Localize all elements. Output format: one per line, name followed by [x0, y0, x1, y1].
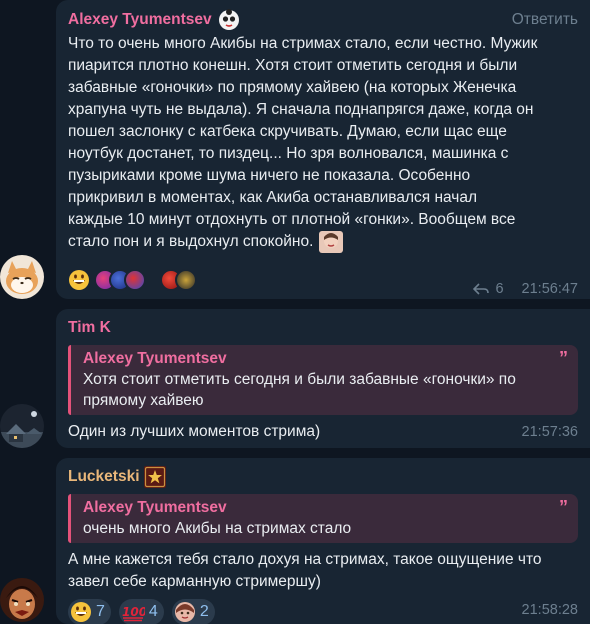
reaction-grinning[interactable]: 7: [68, 599, 111, 624]
author-name[interactable]: Alexey Tyumentsev: [68, 11, 212, 29]
message-text: Один из лучших моментов стрима): [68, 423, 321, 440]
reply-quote[interactable]: Alexey Tyumentsev Хотя стоит отметить се…: [68, 345, 578, 415]
reaction-count: 4: [148, 603, 158, 620]
quote-author: Alexey Tyumentsev: [83, 499, 227, 516]
text-line: завел себе карманную стримершу): [68, 573, 321, 590]
reactor-avatar: [175, 269, 197, 291]
text-line: ноутбук достанет, то пиздец... Но зря во…: [68, 145, 509, 162]
star-badge-icon: [143, 466, 166, 488]
text-line: пузыриками кроме шума ничего не показала…: [68, 167, 471, 184]
avatar[interactable]: [0, 255, 44, 299]
reaction-avatars-group[interactable]: [160, 269, 197, 291]
text-line: каждые 10 минут отдохнуть от плотной «го…: [68, 211, 516, 228]
message-bubble[interactable]: Alexey Tyumentsev Ответить Что то очень …: [56, 0, 590, 299]
message-footer: 6 21:56:47: [68, 263, 578, 297]
message-header: Alexey Tyumentsev Ответить: [68, 8, 578, 32]
message-bubble[interactable]: Lucketski Alexey Tyumentsev очень много …: [56, 458, 590, 624]
text-line: Что то очень много Акибы на стримах стал…: [68, 35, 538, 52]
reaction-avatars-group[interactable]: [94, 269, 146, 291]
grinning-face-icon: [68, 269, 90, 291]
hundred-points-icon: 100: [121, 601, 147, 623]
reply-button[interactable]: Ответить: [512, 11, 578, 29]
message-header: Tim K: [68, 317, 578, 339]
reactions-row: [68, 269, 197, 291]
message-meta: 21:58:28: [522, 602, 578, 618]
text-line: храпуна чуть не выдала). Я сначала подна…: [68, 101, 534, 118]
text-line: пиарится плотно конешн. Хотя стоит отмет…: [68, 57, 518, 74]
reaction-grinning[interactable]: [68, 269, 90, 291]
message-meta: 6 21:56:47: [473, 281, 578, 297]
author-name[interactable]: Tim K: [68, 319, 111, 337]
message-time: 21:58:28: [521, 602, 578, 618]
message-text: Что то очень много Акибы на стримах стал…: [68, 33, 578, 253]
author-name[interactable]: Lucketski: [68, 468, 140, 486]
reaction-hundred[interactable]: 100 4: [118, 599, 164, 624]
grinning-face-icon: [70, 601, 92, 623]
message-body-row: Один из лучших моментов стрима) 21:57:36: [68, 421, 578, 443]
quote-icon: ”: [559, 348, 568, 368]
text-line: забавные «гоночки» по прямому хайвею (на…: [68, 79, 517, 96]
text-line: Хотя стоит отметить сегодня и были забав…: [83, 371, 516, 388]
reactions-row: 7 100 4 2: [68, 599, 578, 624]
reaction-custom[interactable]: 2: [171, 599, 215, 624]
reaction-count: 2: [199, 603, 209, 620]
forward-icon: [473, 282, 490, 296]
avatar[interactable]: [0, 578, 44, 622]
svg-text:100: 100: [122, 605, 145, 619]
user-avatar-icon: [174, 601, 196, 623]
text-line: прикривил в моментах, как Акиба останавл…: [68, 189, 478, 206]
text-line: стало пон и я выдохнул спокойно.: [68, 233, 314, 250]
text-line: А мне кажется тебя стало дохуя на стрима…: [68, 551, 542, 568]
message-header: Lucketski: [68, 466, 578, 488]
reactor-avatar: [124, 269, 146, 291]
quote-text: очень много Акибы на стримах стало: [83, 520, 352, 537]
quote-text: Хотя стоит отметить сегодня и были забав…: [83, 369, 568, 411]
reply-quote[interactable]: Alexey Tyumentsev очень много Акибы на с…: [68, 494, 578, 543]
text-line: пошел заслонку с катбека скручивать. Дум…: [68, 123, 507, 140]
forward-count: 6: [495, 281, 504, 297]
message-bubble[interactable]: Tim K Alexey Tyumentsev Хотя стоит отмет…: [56, 309, 590, 448]
message-text: А мне кажется тебя стало дохуя на стрима…: [68, 549, 578, 593]
text-line-last: стало пон и я выдохнул спокойно.: [68, 231, 578, 253]
text-line: прямому хайвею: [83, 392, 204, 409]
message-time: 21:56:47: [521, 281, 578, 297]
reaction-count: 7: [96, 603, 105, 620]
avatar[interactable]: [0, 404, 44, 448]
custom-emoji-icon: [319, 231, 344, 253]
message-time: 21:57:36: [521, 424, 578, 440]
quote-icon: ”: [559, 497, 568, 517]
quote-author: Alexey Tyumentsev: [83, 350, 227, 367]
author-emoji-status-icon: [218, 9, 240, 31]
